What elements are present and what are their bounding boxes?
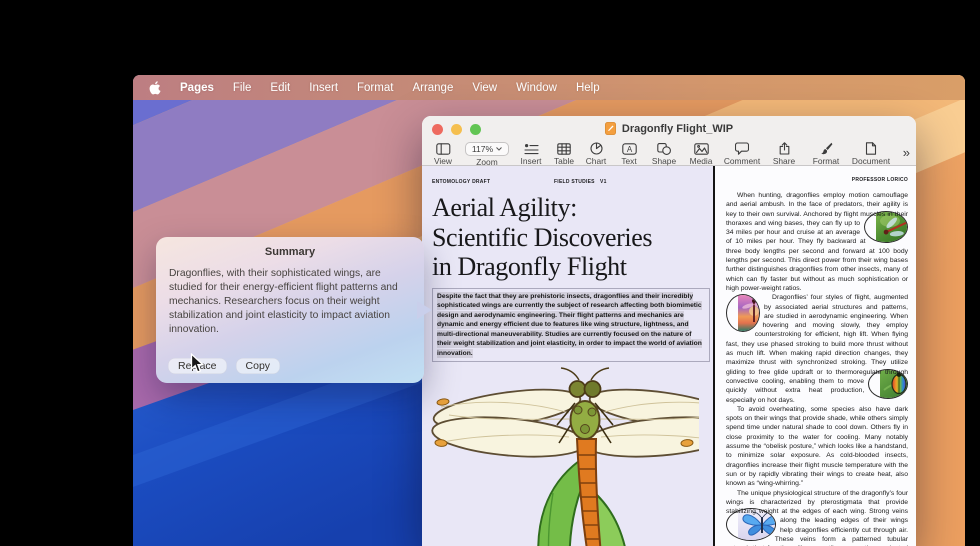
document-meta-row: ENTOMOLOGY DRAFT FIELD STUDIES V1 <box>432 179 705 186</box>
toolbar: View 117% Zoom Insert <box>422 141 916 167</box>
pie-chart-icon <box>590 142 603 155</box>
page-icon <box>865 142 877 155</box>
comment-bubble-icon <box>735 142 749 155</box>
copy-button[interactable]: Copy <box>236 358 281 374</box>
desktop: Pages File Edit Insert Format Arrange Vi… <box>133 75 965 546</box>
mouse-cursor <box>190 353 205 374</box>
text-button[interactable]: A Text <box>612 142 646 166</box>
title-bar[interactable]: Dragonfly Flight_WIP <box>422 116 916 141</box>
menu-item-view[interactable]: View <box>472 82 497 94</box>
meta-entomology-draft: ENTOMOLOGY DRAFT <box>432 179 490 185</box>
pages-window: Dragonfly Flight_WIP View 117% Zoom <box>422 116 916 546</box>
insert-icon <box>524 142 539 155</box>
window-title: Dragonfly Flight_WIP <box>622 123 733 135</box>
byline: PROFESSOR LORICO <box>726 177 908 183</box>
menu-item-window[interactable]: Window <box>516 82 557 94</box>
paragraph-4: The unique physiological structure of th… <box>726 489 908 546</box>
menu-item-insert[interactable]: Insert <box>309 82 338 94</box>
share-button[interactable]: Share <box>764 142 804 166</box>
apple-menu-icon[interactable] <box>149 81 161 95</box>
insert-button[interactable]: Insert <box>514 142 548 166</box>
dragonfly-illustration[interactable] <box>429 363 699 546</box>
svg-text:A: A <box>626 145 632 154</box>
window-chrome: Dragonfly Flight_WIP View 117% Zoom <box>422 116 916 166</box>
dragonfly-sunset-oval-2[interactable] <box>726 294 760 332</box>
menu-bar: Pages File Edit Insert Format Arrange Vi… <box>133 75 965 100</box>
menu-item-edit[interactable]: Edit <box>270 82 290 94</box>
paragraph-3: To avoid overheating, some species also … <box>726 405 908 489</box>
document-file-icon <box>605 122 616 135</box>
paragraph-2: Dragonflies’ four styles of flight, augm… <box>726 293 908 405</box>
zoom-window-button[interactable] <box>470 124 481 135</box>
close-button[interactable] <box>432 124 443 135</box>
photo-icon <box>694 142 709 155</box>
selected-intro-paragraph[interactable]: Despite the fact that they are prehistor… <box>432 288 710 363</box>
format-button[interactable]: Format <box>804 142 848 166</box>
menu-item-file[interactable]: File <box>233 82 252 94</box>
media-button[interactable]: Media <box>682 142 720 166</box>
table-icon <box>557 142 571 155</box>
zoom-value: 117% <box>472 144 493 154</box>
table-button[interactable]: Table <box>548 142 580 166</box>
page-left[interactable]: ENTOMOLOGY DRAFT FIELD STUDIES V1 Aerial… <box>422 166 713 546</box>
paintbrush-icon <box>819 142 833 155</box>
view-button[interactable]: View <box>426 142 460 166</box>
menu-item-help[interactable]: Help <box>576 82 600 94</box>
share-icon <box>778 142 791 155</box>
menu-item-format[interactable]: Format <box>357 82 393 94</box>
page-right[interactable]: PROFESSOR LORICO When hunting, dragonfli… <box>715 166 916 546</box>
paragraph-1: When hunting, dragonflies employ motion … <box>726 191 908 293</box>
zoom-control[interactable]: 117% Zoom <box>460 142 514 167</box>
meta-field-studies: FIELD STUDIES <box>554 179 595 185</box>
sidebar-icon <box>436 142 451 155</box>
chevron-down-icon <box>496 147 502 151</box>
document-button[interactable]: Document <box>848 142 894 166</box>
meta-version: V1 <box>600 179 607 185</box>
popup-buttons: Replace Copy <box>168 358 280 374</box>
minimize-button[interactable] <box>451 124 462 135</box>
document-title: Aerial Agility: Scientific Discoveries i… <box>432 193 705 282</box>
popup-title: Summary <box>156 237 424 258</box>
chart-button[interactable]: Chart <box>580 142 612 166</box>
menu-item-arrange[interactable]: Arrange <box>412 82 453 94</box>
document-canvas: ENTOMOLOGY DRAFT FIELD STUDIES V1 Aerial… <box>422 166 916 546</box>
toolbar-overflow-button[interactable]: » <box>903 142 910 160</box>
shapes-icon <box>657 142 671 155</box>
article-text: When hunting, dragonflies employ motion … <box>726 191 908 546</box>
shape-button[interactable]: Shape <box>646 142 682 166</box>
popup-summary-text: Dragonflies, with their sophisticated wi… <box>169 267 411 337</box>
comment-button[interactable]: Comment <box>720 142 764 166</box>
menu-item-pages[interactable]: Pages <box>180 82 214 94</box>
text-box-icon: A <box>622 142 637 155</box>
